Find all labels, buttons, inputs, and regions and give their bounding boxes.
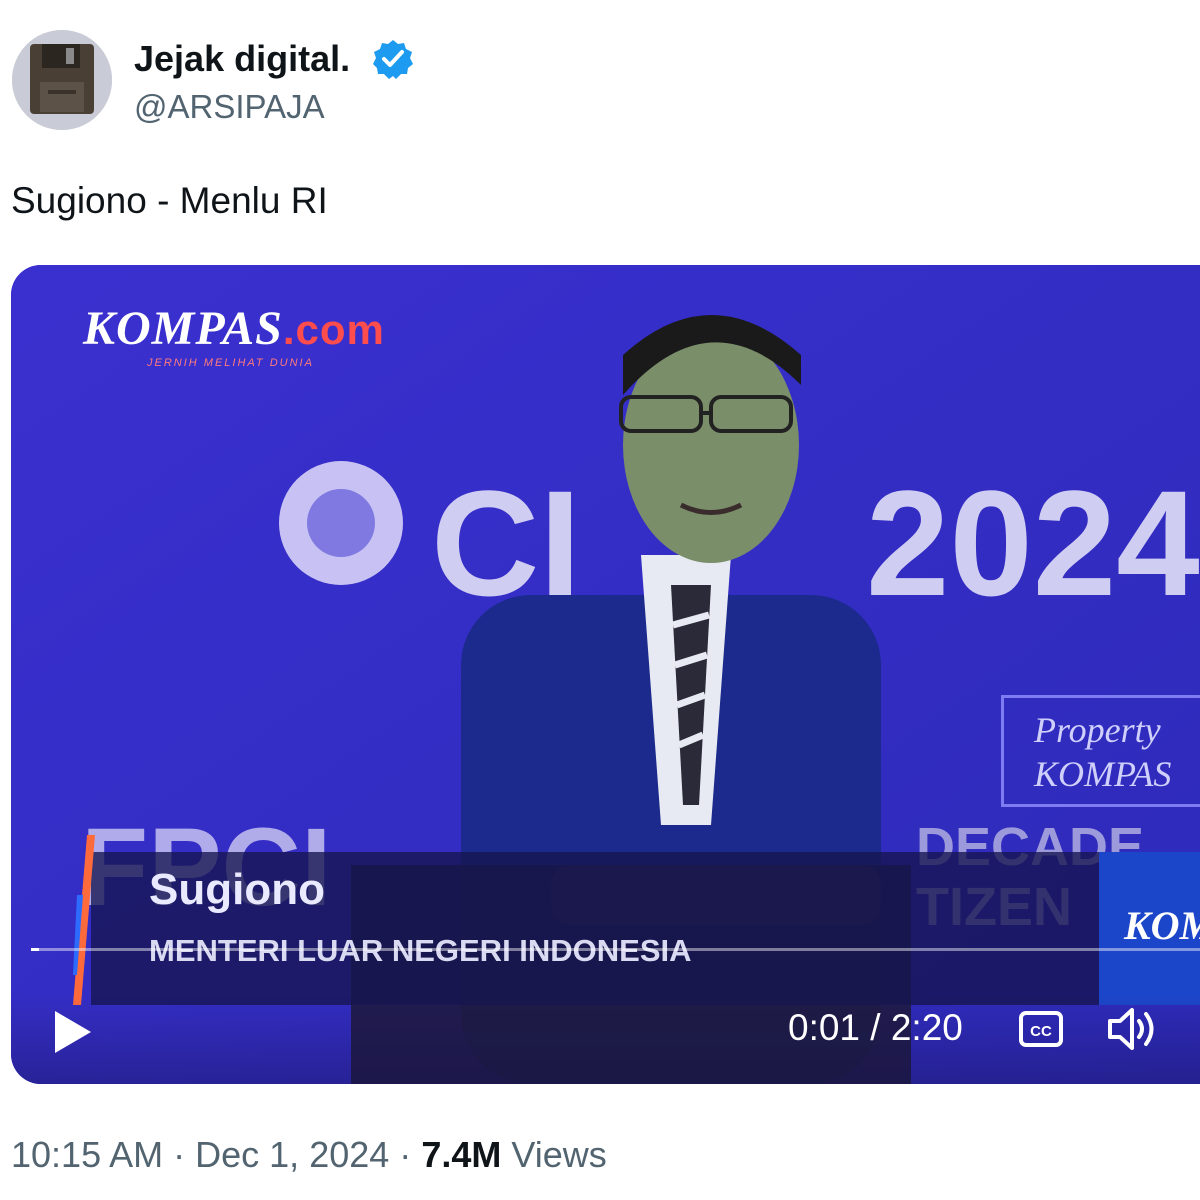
speaker-title: MENTERI LUAR NEGERI INDONESIA xyxy=(149,933,692,968)
floppy-disk-icon xyxy=(12,30,112,130)
lower-third-logo: KOM xyxy=(1099,852,1200,1005)
kompas-watermark: KOMPAS.com xyxy=(83,301,385,356)
avatar[interactable] xyxy=(12,30,112,130)
svg-text:CC: CC xyxy=(1030,1023,1052,1040)
watermark-tagline: JERNIH MELIHAT DUNIA xyxy=(147,357,314,369)
meta-separator: · xyxy=(399,1134,412,1175)
svg-text:2024: 2024 xyxy=(866,459,1200,627)
volume-icon[interactable] xyxy=(1106,1005,1160,1053)
views-count: 7.4M xyxy=(421,1134,502,1175)
video-player[interactable]: CI 2024 FPCI DECADE TIZEN KOMPAS.com JER… xyxy=(11,265,1200,1084)
author-handle[interactable]: @ARSIPAJA xyxy=(134,88,325,126)
author-display-name[interactable]: Jejak digital. xyxy=(134,38,350,80)
lower-third-accent xyxy=(73,835,95,1005)
progress-fill xyxy=(31,948,39,951)
watermark-brand: KOMPAS xyxy=(83,302,283,355)
closed-captions-icon[interactable]: CC xyxy=(1019,1009,1063,1049)
speaker-name: Sugiono xyxy=(149,865,325,914)
tweet-meta: 10:15 AM · Dec 1, 2024 · 7.4M Views xyxy=(11,1134,607,1176)
tweet-text: Sugiono - Menlu RI xyxy=(11,180,328,221)
verified-badge-icon xyxy=(373,40,413,79)
lower-third-logo-text: KOM xyxy=(1124,903,1200,948)
property-line1: Property xyxy=(1034,710,1161,750)
progress-bar[interactable] xyxy=(31,948,1200,951)
meta-separator: · xyxy=(173,1134,186,1175)
time-display: 0:01 / 2:20 xyxy=(788,1007,963,1048)
play-icon[interactable] xyxy=(47,1007,97,1057)
tweet-time[interactable]: 10:15 AM xyxy=(11,1134,163,1175)
property-badge: Property KOMPAS xyxy=(1001,695,1200,807)
property-line2: KOMPAS xyxy=(1034,754,1172,794)
tweet-date[interactable]: Dec 1, 2024 xyxy=(195,1134,389,1175)
views-label: Views xyxy=(511,1134,607,1175)
watermark-suffix: .com xyxy=(282,306,385,353)
